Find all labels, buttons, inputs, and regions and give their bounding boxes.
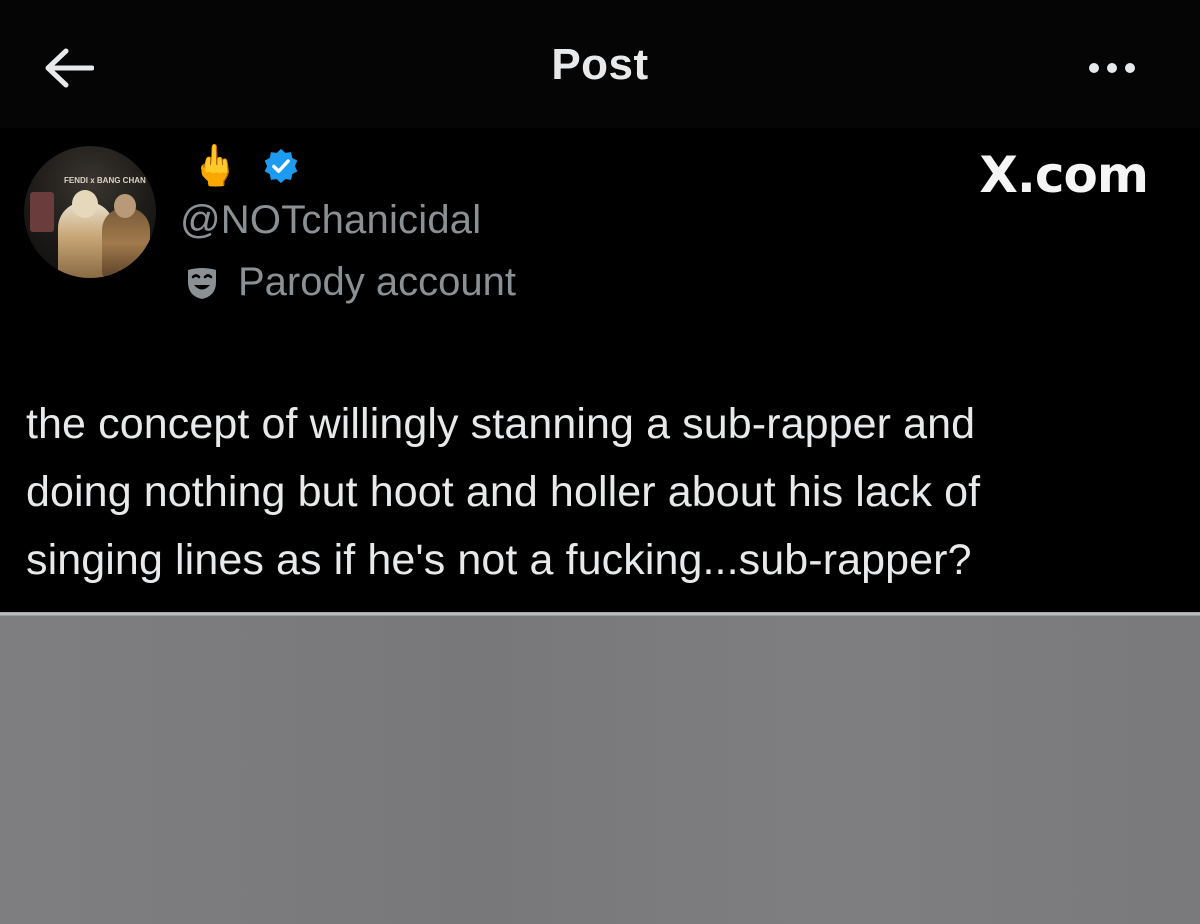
post-text-line: the concept of willingly stanning a sub-…: [26, 400, 976, 448]
top-app-bar: Post: [0, 0, 1200, 128]
post-text-line: singing lines as if he's not a fucking..…: [26, 536, 972, 584]
post-detail: FENDI x BANG CHAN 🖕 @NOTchanicidal Parod…: [0, 128, 1200, 612]
gray-background-area: [0, 616, 1200, 924]
post-screen: Post FENDI x BANG CHAN 🖕 @NOTchanicidal: [0, 0, 1200, 924]
author-name-row[interactable]: 🖕: [190, 136, 300, 196]
avatar-figure-right-head: [114, 194, 136, 218]
post-text-line: doing nothing but hoot and holler about …: [26, 468, 981, 516]
verified-badge-icon: [264, 148, 298, 184]
parody-label-row: Parody account: [184, 260, 516, 305]
more-dot: [1107, 63, 1117, 73]
more-dot: [1125, 63, 1135, 73]
xcom-watermark: X.com: [979, 146, 1149, 204]
parody-mask-icon: [188, 267, 216, 299]
avatar-caption: FENDI x BANG CHAN: [64, 176, 146, 185]
avatar-figure-right: [102, 208, 150, 278]
avatar-figure-left-head: [72, 190, 98, 218]
post-text: the concept of willingly stanning a sub-…: [26, 390, 1176, 594]
more-options-button[interactable]: [1080, 54, 1144, 82]
avatar[interactable]: FENDI x BANG CHAN: [24, 146, 156, 278]
avatar-photo-detail: [30, 192, 54, 232]
author-handle[interactable]: @NOTchanicidal: [180, 198, 481, 243]
more-horizontal-icon: [1089, 63, 1099, 73]
display-name[interactable]: 🖕: [190, 146, 240, 186]
page-title: Post: [551, 40, 649, 89]
parody-account-label: Parody account: [238, 260, 516, 304]
